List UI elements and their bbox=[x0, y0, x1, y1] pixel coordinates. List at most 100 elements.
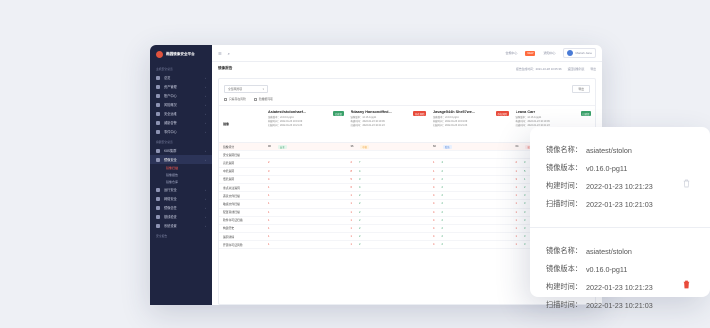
count-value[interactable]: 1 bbox=[268, 227, 269, 230]
count-value[interactable]: 7 bbox=[359, 161, 360, 164]
count-value[interactable]: 1 bbox=[351, 211, 352, 214]
count-value[interactable]: 3 bbox=[433, 178, 434, 181]
hide-same-checkbox[interactable]: 隐藏相同项 bbox=[253, 97, 273, 101]
count-value[interactable]: 4 bbox=[433, 219, 434, 222]
count-value[interactable]: 2 bbox=[441, 178, 442, 181]
count-value[interactable]: 2 bbox=[441, 227, 442, 230]
count-value[interactable]: 3 bbox=[516, 178, 517, 181]
count-value[interactable]: 4 bbox=[359, 186, 360, 189]
count-value[interactable]: 1 bbox=[516, 219, 517, 222]
count-value[interactable]: 2 bbox=[441, 194, 442, 197]
sidebar-subitem[interactable]: 镜像仓库 bbox=[150, 178, 212, 185]
count-value[interactable]: 2 bbox=[441, 235, 442, 238]
count-value[interactable]: 3 bbox=[524, 194, 525, 197]
count-value[interactable]: 1 bbox=[516, 243, 517, 246]
count-value[interactable]: 2 bbox=[359, 243, 360, 246]
count-value[interactable]: 2 bbox=[441, 186, 442, 189]
sidebar-item[interactable]: 镜像安全 › bbox=[150, 155, 212, 164]
count-value[interactable]: 2 bbox=[359, 219, 360, 222]
count-value[interactable]: 1 bbox=[351, 194, 352, 197]
sidebar-item[interactable]: 风险概况 › bbox=[150, 100, 212, 109]
count-value[interactable]: 1 bbox=[268, 211, 269, 214]
only-risk-checkbox[interactable]: 只看存在风险 bbox=[224, 97, 246, 101]
count-value[interactable]: 2 bbox=[441, 243, 442, 246]
count-value[interactable]: 2 bbox=[516, 161, 517, 164]
count-value[interactable]: 2 bbox=[441, 202, 442, 205]
count-value[interactable]: 2 bbox=[524, 186, 525, 189]
sidebar-item[interactable]: 账户中心 › bbox=[150, 91, 212, 100]
search-icon[interactable]: ⌕ bbox=[228, 51, 230, 56]
export-link[interactable]: 导出 bbox=[590, 67, 596, 71]
count-value[interactable]: 1 bbox=[516, 194, 517, 197]
back-link[interactable]: 返回镜像列表 bbox=[568, 67, 585, 71]
count-value[interactable]: 2 bbox=[359, 211, 360, 214]
count-value[interactable]: 4 bbox=[268, 178, 269, 181]
count-value[interactable]: 5 bbox=[351, 178, 352, 181]
sidebar-subitem[interactable]: 镜像报告 bbox=[150, 171, 212, 178]
count-value[interactable]: 3 bbox=[268, 170, 269, 173]
count-value[interactable]: 4 bbox=[433, 186, 434, 189]
count-value[interactable]: 1 bbox=[351, 219, 352, 222]
count-value[interactable]: 3 bbox=[359, 178, 360, 181]
count-value[interactable]: 1 bbox=[433, 170, 434, 173]
export-button[interactable]: 导出 bbox=[572, 85, 590, 93]
menu-toggle-icon[interactable]: ☰ bbox=[218, 51, 222, 56]
count-value[interactable]: 8 bbox=[351, 170, 352, 173]
count-value[interactable]: 6 bbox=[351, 186, 352, 189]
count-value[interactable]: 4 bbox=[433, 202, 434, 205]
count-value[interactable]: 1 bbox=[516, 186, 517, 189]
count-value[interactable]: 1 bbox=[516, 235, 517, 238]
count-value[interactable]: 1 bbox=[268, 219, 269, 222]
count-value[interactable]: 1 bbox=[433, 161, 434, 164]
count-value[interactable]: 1 bbox=[351, 227, 352, 230]
count-value[interactable]: 2 bbox=[359, 227, 360, 230]
count-value[interactable]: 3 bbox=[524, 211, 525, 214]
count-value[interactable]: 2 bbox=[359, 235, 360, 238]
trash-icon[interactable] bbox=[683, 179, 690, 188]
count-value[interactable]: 4 bbox=[433, 211, 434, 214]
count-value[interactable]: 2 bbox=[441, 211, 442, 214]
sidebar-item[interactable]: 资产管理 › bbox=[150, 82, 212, 91]
count-value[interactable]: 1 bbox=[351, 243, 352, 246]
sidebar-item[interactable]: 镜像信任 › bbox=[150, 203, 212, 212]
count-value[interactable]: 1 bbox=[516, 202, 517, 205]
count-value[interactable]: 4 bbox=[433, 194, 434, 197]
count-value[interactable]: 3 bbox=[524, 219, 525, 222]
count-value[interactable]: 2 bbox=[359, 202, 360, 205]
sidebar-item[interactable]: 运行安全 › bbox=[150, 185, 212, 194]
sidebar-item[interactable]: 系统设置 › bbox=[150, 221, 212, 230]
count-value[interactable]: 2 bbox=[441, 170, 442, 173]
count-value[interactable]: 4 bbox=[359, 170, 360, 173]
count-value[interactable]: 1 bbox=[268, 235, 269, 238]
count-value[interactable]: 3 bbox=[524, 227, 525, 230]
count-value[interactable]: 4 bbox=[441, 161, 442, 164]
count-value[interactable]: 1 bbox=[516, 170, 517, 173]
count-value[interactable]: 1 bbox=[351, 202, 352, 205]
sidebar-item[interactable]: 总览 › bbox=[150, 73, 212, 82]
sidebar-item[interactable]: 网络安全 › bbox=[150, 194, 212, 203]
count-value[interactable]: 4 bbox=[433, 235, 434, 238]
sidebar-item[interactable]: 威胁告警 › bbox=[150, 118, 212, 127]
count-value[interactable]: 1 bbox=[351, 235, 352, 238]
sidebar-item[interactable]: 基线检查 › bbox=[150, 212, 212, 221]
count-value[interactable]: 2 bbox=[268, 161, 269, 164]
count-value[interactable]: 1 bbox=[268, 186, 269, 189]
count-value[interactable]: 5 bbox=[524, 170, 525, 173]
count-value[interactable]: 2 bbox=[351, 161, 352, 164]
sidebar-item[interactable]: 事件中心 › bbox=[150, 127, 212, 136]
user-menu[interactable]: Mariah Jane bbox=[563, 48, 596, 58]
count-value[interactable]: 1 bbox=[268, 243, 269, 246]
count-value[interactable]: 1 bbox=[268, 194, 269, 197]
count-value[interactable]: 2 bbox=[441, 219, 442, 222]
count-value[interactable]: 3 bbox=[524, 235, 525, 238]
sidebar-subitem[interactable]: 镜像扫描 bbox=[150, 164, 212, 171]
sidebar-item[interactable]: K8S集群 › bbox=[150, 146, 212, 155]
count-value[interactable]: 1 bbox=[268, 202, 269, 205]
count-value[interactable]: 4 bbox=[433, 243, 434, 246]
topbar-link[interactable]: 通知中心 bbox=[543, 51, 555, 55]
sidebar-item[interactable]: 安全运维 › bbox=[150, 109, 212, 118]
count-value[interactable]: 1 bbox=[524, 178, 525, 181]
count-value[interactable]: 3 bbox=[524, 161, 525, 164]
count-value[interactable]: 1 bbox=[516, 211, 517, 214]
topbar-link[interactable]: 合规中心 bbox=[505, 51, 517, 55]
